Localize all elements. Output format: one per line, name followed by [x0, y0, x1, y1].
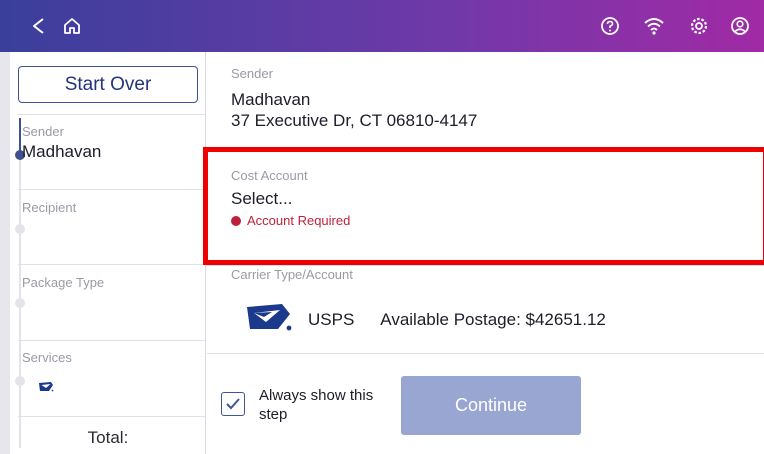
divider: [18, 340, 206, 341]
step-label: Services: [22, 350, 72, 365]
step-dot: [15, 224, 25, 234]
step-label: Package Type: [22, 275, 105, 290]
progress-track: [19, 118, 21, 448]
divider: [207, 353, 764, 354]
main-panel: Sender Madhavan 37 Executive Dr, CT 0681…: [203, 52, 764, 454]
step-label: Sender: [22, 124, 64, 139]
sender-name: Madhavan: [231, 90, 311, 109]
error-icon: [231, 215, 241, 226]
sidebar-step-package-type[interactable]: Package Type: [22, 275, 202, 290]
step-label: Recipient: [22, 200, 77, 215]
available-postage: Available Postage: $42651.12: [380, 309, 606, 329]
always-show-checkbox[interactable]: [221, 392, 245, 416]
step-sidebar: Start Over Sender Madhavan Recipient Pac…: [0, 52, 206, 454]
start-over-button[interactable]: Start Over: [18, 66, 198, 103]
sender-section[interactable]: Sender Madhavan 37 Executive Dr, CT 0681…: [231, 66, 477, 131]
help-icon[interactable]: [596, 12, 624, 40]
divider: [18, 264, 206, 265]
step-value: Madhavan: [22, 142, 102, 161]
sender-address: 37 Executive Dr, CT 06810-4147: [231, 111, 478, 130]
cost-account-select[interactable]: Select...: [231, 189, 350, 209]
back-icon[interactable]: [24, 12, 52, 40]
home-icon[interactable]: [58, 12, 86, 40]
usps-logo-icon: [244, 302, 292, 337]
checkmark-icon: [226, 398, 240, 410]
carrier-row[interactable]: USPS Available Postage: $42651.12: [244, 302, 606, 337]
account-required-error: Account Required: [231, 213, 350, 228]
cost-account-field[interactable]: Cost Account Select... Account Required: [231, 168, 350, 228]
divider: [18, 189, 206, 190]
cost-account-label: Cost Account: [231, 168, 308, 183]
total-label: Total:: [87, 428, 129, 447]
usps-eagle-icon: [38, 379, 202, 397]
sidebar-step-recipient[interactable]: Recipient: [22, 200, 202, 215]
carrier-label: Carrier Type/Account: [231, 267, 353, 282]
sidebar-step-services[interactable]: Services: [22, 350, 202, 397]
divider: [207, 265, 764, 266]
settings-icon[interactable]: [685, 12, 713, 40]
top-bar: [0, 0, 764, 52]
carrier-name: USPS: [308, 309, 355, 329]
account-icon[interactable]: [726, 12, 754, 40]
divider: [18, 416, 206, 417]
sidebar-step-sender[interactable]: Sender Madhavan: [22, 124, 202, 162]
always-show-label: Always show this step: [259, 387, 374, 423]
carrier-section-label: Carrier Type/Account: [231, 267, 353, 282]
continue-button[interactable]: Continue: [401, 376, 581, 435]
step-dot: [15, 298, 25, 308]
error-text: Account Required: [247, 213, 351, 228]
wifi-icon[interactable]: [640, 12, 668, 40]
divider: [18, 114, 206, 115]
sender-label: Sender: [231, 66, 273, 81]
